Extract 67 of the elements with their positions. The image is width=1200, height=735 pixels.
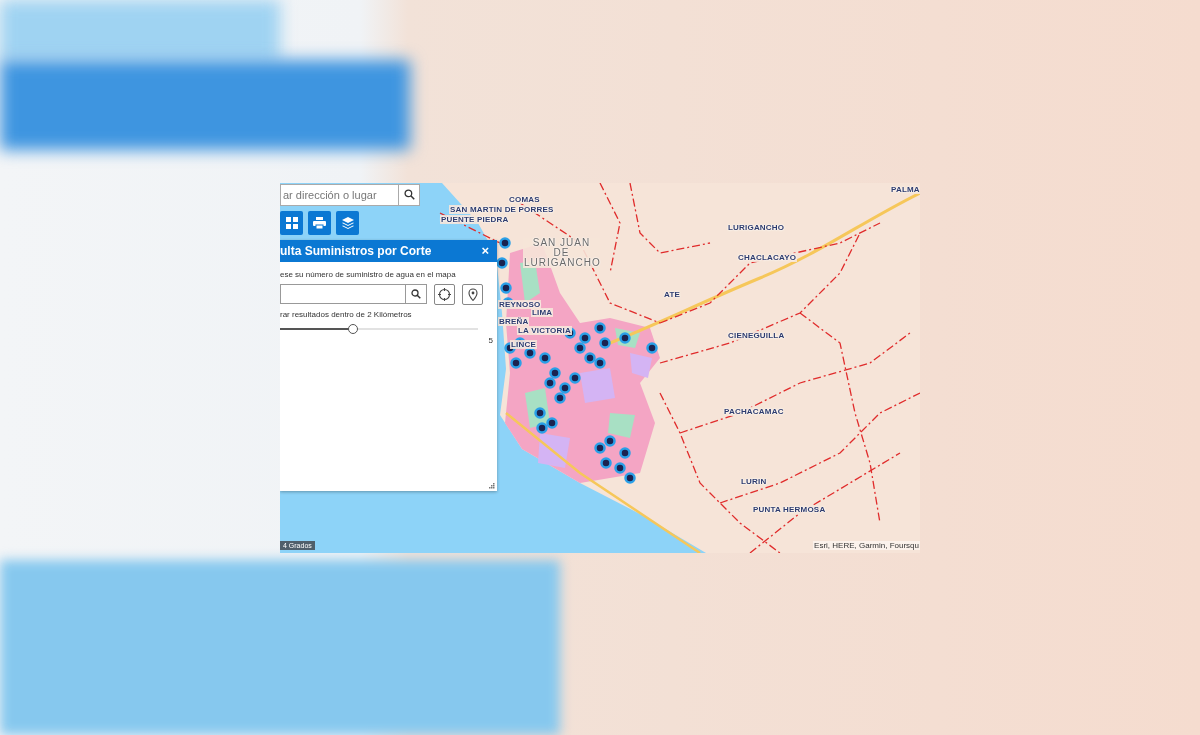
place-label: SAN MARTIN DE PORRES [449,204,555,214]
map-marker[interactable] [584,351,596,364]
map-marker[interactable] [579,331,591,344]
place-label: PUENTE PIEDRA [440,214,510,224]
place-label: REYNOSO [498,299,542,309]
pin-icon [467,287,478,301]
map-marker[interactable] [524,346,536,359]
map-marker[interactable] [604,434,616,447]
print-button[interactable] [308,210,331,235]
instruction-text: ese su número de suministro de agua en el mapa [280,269,457,279]
search-icon [411,289,421,299]
map-marker[interactable] [544,376,556,389]
map-marker[interactable] [510,356,522,369]
place-label: CIENEGUILLA [727,330,786,340]
radius-label: rar resultados dentro de 2 Kilómetros [280,309,413,319]
address-search-field[interactable]: ar dirección o lugar [280,183,420,206]
place-label: SAN JUAN DE LURIGANCHO [523,237,600,268]
attribution-text: Esri, HERE, Garmin, Foursqu [813,540,920,550]
place-label: LA VICTORIA [517,325,572,335]
map-marker[interactable] [599,336,611,349]
layers-icon [341,216,354,229]
place-label: COMAS [508,194,541,204]
map-marker[interactable] [624,471,636,484]
map-marker[interactable] [554,391,566,404]
place-label: LIMA [531,307,554,317]
map-marker[interactable] [500,281,512,294]
map-marker[interactable] [546,416,558,429]
grid-icon [285,216,298,229]
locate-button[interactable] [434,283,455,305]
map-marker[interactable] [646,341,658,354]
resize-grip-icon[interactable] [489,482,495,489]
slider-max-label: 5 [488,335,493,345]
map-marker[interactable] [574,341,586,354]
place-label: CHACLACAYO [737,252,798,262]
print-icon [313,216,326,229]
layers-button[interactable] [336,210,359,235]
map-marker[interactable] [549,366,561,379]
map-marker[interactable] [614,461,626,474]
map-marker[interactable] [569,371,581,384]
place-label: LURIN [740,476,768,486]
place-label: LURIGANCHO [727,222,786,232]
place-label: PALMA [890,184,920,194]
place-label: PUNTA HERMOSA [752,504,827,514]
map-marker[interactable] [559,381,571,394]
place-label: LINCE [510,339,537,349]
close-button[interactable]: × [473,244,497,257]
map-marker[interactable] [594,356,606,369]
map-marker[interactable] [534,406,546,419]
pin-button[interactable] [462,283,483,305]
crosshair-icon [438,287,451,301]
map-marker[interactable] [496,256,508,269]
map-marker[interactable] [619,446,631,459]
search-icon [403,189,415,200]
map-marker[interactable] [594,441,606,454]
map-marker[interactable] [499,236,511,249]
place-label: PACHACAMAC [723,406,785,416]
place-label: BREÑA [498,316,530,326]
map-marker[interactable] [536,421,548,434]
place-label: ATE [663,289,681,299]
slider-thumb[interactable] [348,323,359,334]
map-marker[interactable] [619,331,631,344]
panel-title: ulta Suministros por Corte [280,243,432,258]
supply-number-field[interactable] [280,284,427,304]
map-marker[interactable] [594,321,606,334]
map-marker[interactable] [600,456,612,469]
map-marker[interactable] [539,351,551,364]
grid-button[interactable] [280,210,303,235]
